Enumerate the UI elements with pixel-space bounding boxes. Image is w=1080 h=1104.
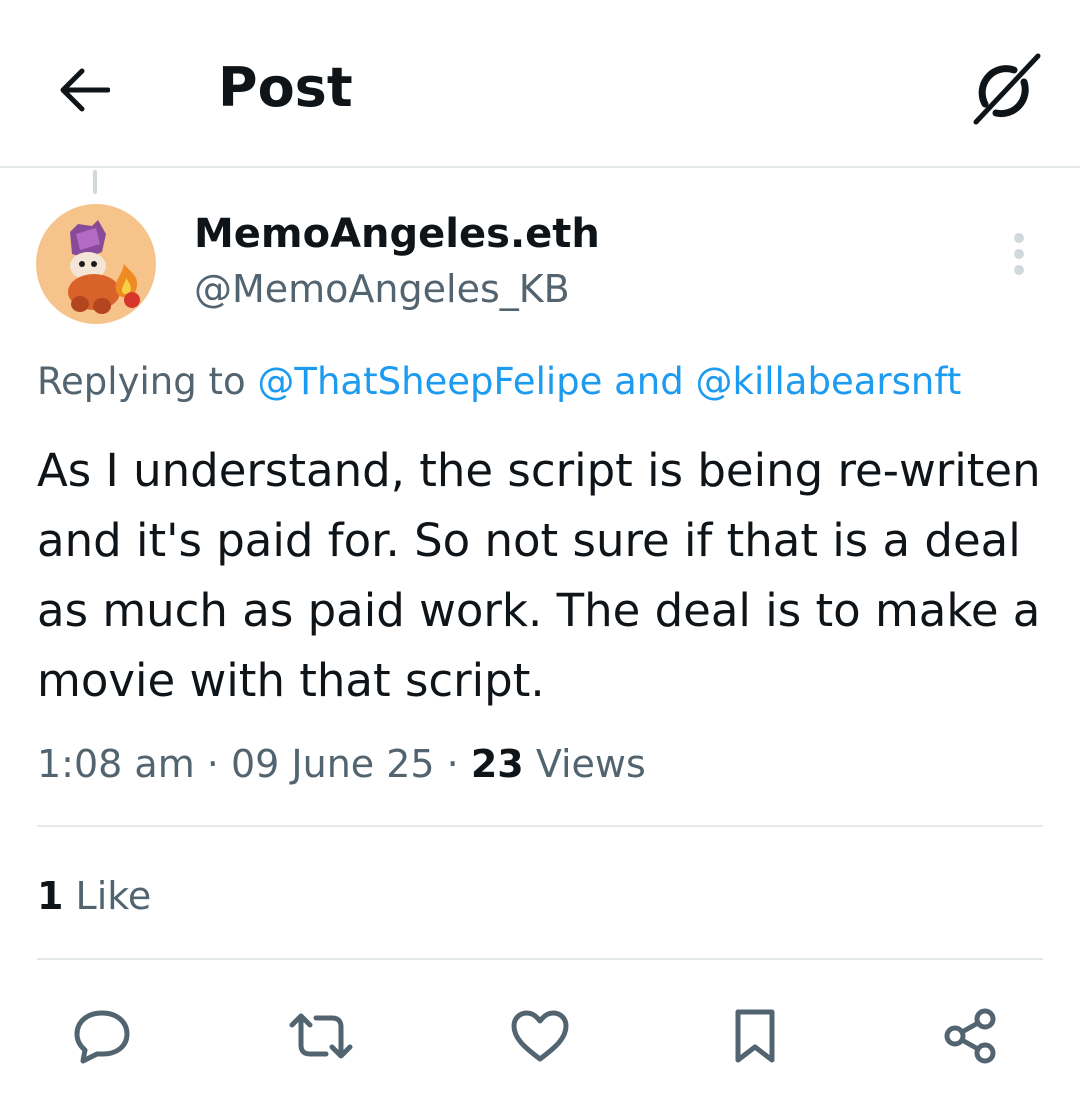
post-action-bar	[0, 996, 1080, 1076]
author-display-name[interactable]: MemoAngeles.eth	[194, 208, 600, 260]
likes-label: Like	[63, 874, 152, 918]
like-button[interactable]	[500, 996, 580, 1076]
divider	[37, 825, 1043, 827]
avatar[interactable]	[36, 204, 156, 324]
like-heart-icon	[510, 1009, 570, 1063]
reply-button[interactable]	[62, 996, 142, 1076]
meta-separator: ·	[434, 742, 471, 786]
share-icon	[942, 1007, 998, 1065]
repost-icon	[288, 1011, 354, 1061]
post-date[interactable]: 09 June 25	[231, 742, 435, 786]
replying-joiner: and	[602, 360, 696, 403]
page-title: Post	[218, 56, 353, 119]
more-options-button[interactable]	[994, 226, 1044, 282]
grok-button[interactable]	[966, 50, 1046, 130]
arrow-left-icon	[58, 68, 110, 112]
mention-link-thatsheepfelipe[interactable]: @ThatSheepFelipe	[257, 360, 602, 403]
back-button[interactable]	[52, 58, 116, 122]
repost-button[interactable]	[281, 996, 361, 1076]
post-metadata: 1:08 am · 09 June 25 · 23 Views	[37, 738, 646, 790]
bookmark-button[interactable]	[715, 996, 795, 1076]
avatar-image	[36, 204, 156, 324]
replying-to-line: Replying to @ThatSheepFelipe and @killab…	[37, 356, 961, 408]
top-app-bar: Post	[0, 0, 1080, 168]
reply-icon	[73, 1008, 131, 1064]
share-button[interactable]	[930, 996, 1010, 1076]
bookmark-icon	[733, 1007, 777, 1065]
divider	[37, 958, 1043, 960]
post-time[interactable]: 1:08 am	[37, 742, 195, 786]
likes-count: 1	[37, 874, 64, 918]
thread-connector-line	[93, 170, 97, 194]
views-count: 23	[470, 742, 524, 786]
replying-to-label: Replying to	[37, 360, 258, 403]
author-handle[interactable]: @MemoAngeles_KB	[194, 264, 570, 314]
grok-icon	[968, 52, 1044, 128]
meta-separator: ·	[194, 742, 231, 786]
mention-link-killabearsnft[interactable]: @killabearsnft	[696, 360, 962, 403]
more-vertical-icon	[1012, 232, 1026, 276]
post-body-text: As I understand, the script is being re-…	[37, 444, 1041, 707]
views-label: Views	[523, 742, 646, 786]
likes-stat-link[interactable]: 1 Like	[37, 870, 151, 922]
